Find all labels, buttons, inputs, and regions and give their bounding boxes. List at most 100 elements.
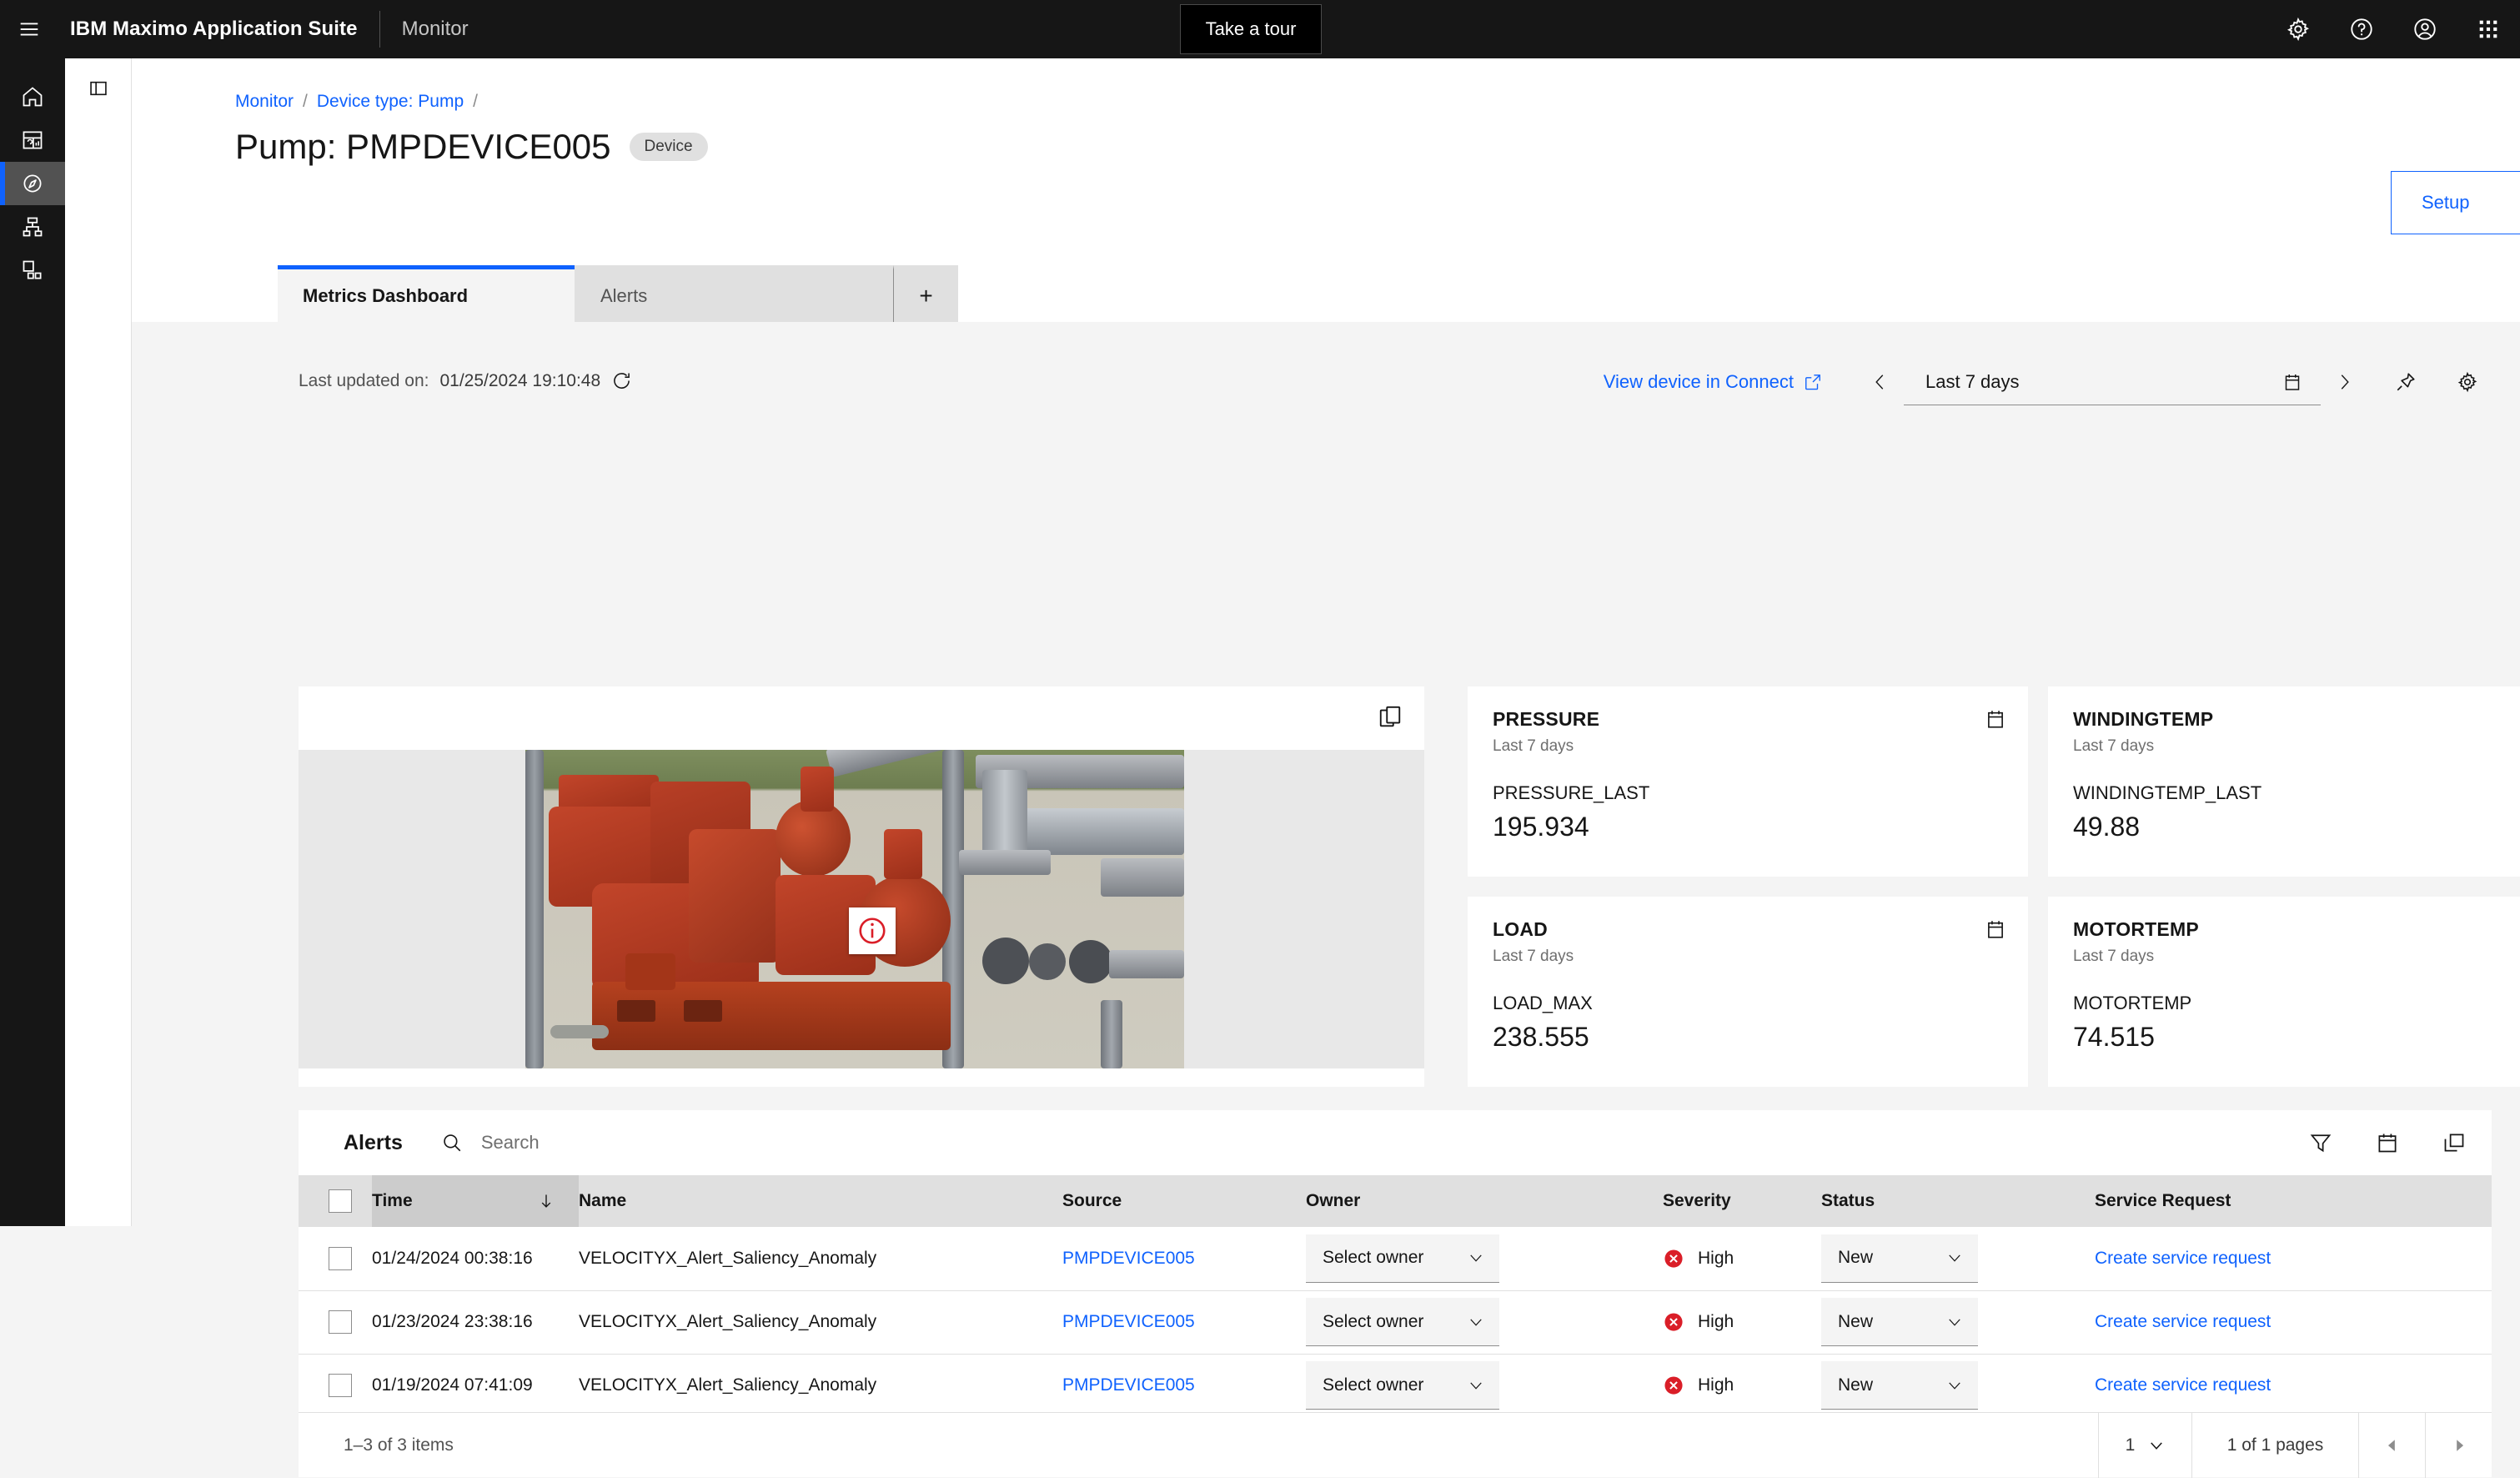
table-row[interactable]: 01/19/2024 07:41:09 VELOCITYX_Alert_Sali… bbox=[299, 1354, 2492, 1418]
page-number-value: 1 bbox=[2125, 1435, 2136, 1455]
metric-label: WINDINGTEMP_LAST bbox=[2073, 782, 2262, 803]
column-header-severity[interactable]: Severity bbox=[1663, 1175, 1821, 1227]
range-next-button[interactable] bbox=[2321, 359, 2367, 405]
open-in-new-icon[interactable] bbox=[2440, 1122, 2468, 1164]
status-dropdown[interactable]: New bbox=[1821, 1298, 1978, 1346]
search-input[interactable] bbox=[480, 1132, 948, 1154]
filter-icon[interactable] bbox=[2307, 1122, 2335, 1164]
image-stage bbox=[299, 750, 1424, 1068]
metric-card-windingtemp[interactable]: WINDINGTEMP Last 7 days WINDINGTEMP_LAST… bbox=[2048, 686, 2520, 877]
column-header-service-request[interactable]: Service Request bbox=[2095, 1175, 2492, 1227]
create-service-request-link[interactable]: Create service request bbox=[2095, 1375, 2271, 1395]
create-service-request-link[interactable]: Create service request bbox=[2095, 1249, 2271, 1268]
row-select-checkbox[interactable] bbox=[329, 1374, 352, 1397]
status-dropdown[interactable]: New bbox=[1821, 1361, 1978, 1410]
cell-name: VELOCITYX_Alert_Saliency_Anomaly bbox=[579, 1354, 1062, 1418]
select-all-header[interactable] bbox=[299, 1175, 372, 1227]
pin-icon[interactable] bbox=[2382, 359, 2429, 405]
sidebar-item-dashboard[interactable] bbox=[0, 118, 65, 162]
sort-descending-icon bbox=[541, 1194, 551, 1208]
status-value: New bbox=[1838, 1375, 1874, 1395]
dashboard-toolbar: Last updated on: 01/25/2024 19:10:48 Vie… bbox=[132, 359, 2520, 407]
sidebar-item-home[interactable] bbox=[0, 75, 65, 118]
device-image-card bbox=[299, 686, 1424, 1087]
select-all-checkbox[interactable] bbox=[329, 1189, 352, 1213]
breadcrumb: Monitor / Device type: Pump / bbox=[235, 92, 478, 112]
app-switcher-icon[interactable] bbox=[2457, 0, 2520, 58]
cell-source-link[interactable]: PMPDEVICE005 bbox=[1062, 1249, 1195, 1268]
help-icon[interactable] bbox=[2330, 0, 2393, 58]
column-header-name[interactable]: Name bbox=[579, 1175, 1062, 1227]
tab-metrics-dashboard[interactable]: Metrics Dashboard bbox=[278, 265, 575, 322]
cell-source-link[interactable]: PMPDEVICE005 bbox=[1062, 1312, 1195, 1331]
metric-card-load[interactable]: LOAD Last 7 days LOAD_MAX 238.555 bbox=[1468, 897, 2028, 1087]
caret-left-icon bbox=[2387, 1440, 2395, 1451]
header-actions bbox=[2266, 0, 2520, 58]
page-title: Pump: PMPDEVICE005 bbox=[235, 127, 611, 166]
tab-add-button[interactable]: + bbox=[893, 265, 958, 322]
sidebar-item-assets[interactable] bbox=[0, 249, 65, 292]
owner-dropdown[interactable]: Select owner bbox=[1306, 1234, 1499, 1283]
column-header-owner[interactable]: Owner bbox=[1306, 1175, 1663, 1227]
sidebar-item-monitor[interactable] bbox=[0, 162, 65, 205]
cell-source-link[interactable]: PMPDEVICE005 bbox=[1062, 1375, 1195, 1395]
refresh-icon[interactable] bbox=[611, 370, 632, 391]
settings-icon[interactable] bbox=[2266, 0, 2330, 58]
metric-card-pressure[interactable]: PRESSURE Last 7 days PRESSURE_LAST 195.9… bbox=[1468, 686, 2028, 877]
app-header: IBM Maximo Application Suite Monitor Tak… bbox=[0, 0, 2520, 58]
device-photo[interactable] bbox=[525, 750, 1184, 1068]
range-previous-button[interactable] bbox=[1857, 359, 1904, 405]
cell-severity: High bbox=[1698, 1312, 1734, 1331]
metric-label: PRESSURE_LAST bbox=[1493, 782, 1650, 803]
calendar-icon[interactable] bbox=[1985, 708, 2006, 734]
next-page-button[interactable] bbox=[2425, 1413, 2492, 1478]
table-header-row: Time Name Source Owner Severity Status S… bbox=[299, 1175, 2492, 1227]
alerts-search[interactable] bbox=[441, 1132, 948, 1154]
take-a-tour-button[interactable]: Take a tour bbox=[1180, 4, 1322, 54]
calendar-icon[interactable] bbox=[2373, 1122, 2402, 1164]
module-name[interactable]: Monitor bbox=[402, 18, 469, 41]
severity-high-icon bbox=[1664, 1313, 1683, 1331]
setup-button[interactable]: Setup bbox=[2391, 171, 2520, 234]
assets-icon bbox=[23, 260, 42, 279]
previous-page-button[interactable] bbox=[2358, 1413, 2425, 1478]
date-range-select[interactable]: Last 7 days bbox=[1904, 359, 2321, 405]
row-select-checkbox[interactable] bbox=[329, 1310, 352, 1334]
table-row[interactable]: 01/24/2024 00:38:16 VELOCITYX_Alert_Sali… bbox=[299, 1227, 2492, 1291]
alerts-toolbar-icons bbox=[2307, 1122, 2468, 1164]
column-header-time[interactable]: Time bbox=[372, 1175, 579, 1227]
view-device-in-connect-link[interactable]: View device in Connect bbox=[1604, 371, 1822, 393]
owner-dropdown[interactable]: Select owner bbox=[1306, 1298, 1499, 1346]
connect-link-label: View device in Connect bbox=[1603, 371, 1794, 392]
brand-title[interactable]: IBM Maximo Application Suite bbox=[58, 18, 358, 41]
cell-name: VELOCITYX_Alert_Saliency_Anomaly bbox=[579, 1227, 1062, 1291]
calendar-icon[interactable] bbox=[1985, 918, 2006, 944]
side-panel-toggle-icon[interactable] bbox=[65, 58, 132, 118]
content-shell: Monitor / Device type: Pump / Pump: PMPD… bbox=[65, 58, 2520, 1478]
column-header-source[interactable]: Source bbox=[1062, 1175, 1306, 1227]
cell-time: 01/24/2024 00:38:16 bbox=[372, 1227, 579, 1291]
alerts-table-body: 01/24/2024 00:38:16 VELOCITYX_Alert_Sali… bbox=[299, 1227, 2492, 1418]
page-size-select[interactable]: 1 bbox=[2098, 1413, 2191, 1478]
metric-value: 74.515 bbox=[2073, 1022, 2155, 1052]
sidebar-item-hierarchy[interactable] bbox=[0, 205, 65, 249]
metric-card-motortemp[interactable]: MOTORTEMP Last 7 days MOTORTEMP 74.515 bbox=[2048, 897, 2520, 1087]
table-row[interactable]: 01/23/2024 23:38:16 VELOCITYX_Alert_Sali… bbox=[299, 1290, 2492, 1355]
hamburger-icon[interactable] bbox=[0, 0, 58, 58]
tab-alerts[interactable]: Alerts bbox=[575, 265, 893, 322]
status-dropdown[interactable]: New bbox=[1821, 1234, 1978, 1283]
row-select-checkbox[interactable] bbox=[329, 1246, 352, 1270]
user-avatar-icon[interactable] bbox=[2393, 0, 2457, 58]
dashboard-settings-gear-icon[interactable] bbox=[2444, 359, 2491, 405]
owner-dropdown[interactable]: Select owner bbox=[1306, 1361, 1499, 1410]
information-icon[interactable] bbox=[849, 907, 896, 954]
alerts-card: Alerts Search Time Name Source Owner Sev… bbox=[299, 1110, 2492, 1478]
create-service-request-link[interactable]: Create service request bbox=[2095, 1312, 2271, 1331]
expand-image-icon[interactable] bbox=[1378, 705, 1406, 733]
column-header-status[interactable]: Status bbox=[1821, 1175, 2095, 1227]
cell-time: 01/19/2024 07:41:09 bbox=[372, 1354, 579, 1418]
breadcrumb-item-monitor[interactable]: Monitor bbox=[235, 92, 294, 112]
breadcrumb-item-device-type[interactable]: Device type: Pump bbox=[317, 92, 464, 112]
search-icon bbox=[444, 1134, 461, 1152]
metric-value: 238.555 bbox=[1493, 1022, 1589, 1052]
